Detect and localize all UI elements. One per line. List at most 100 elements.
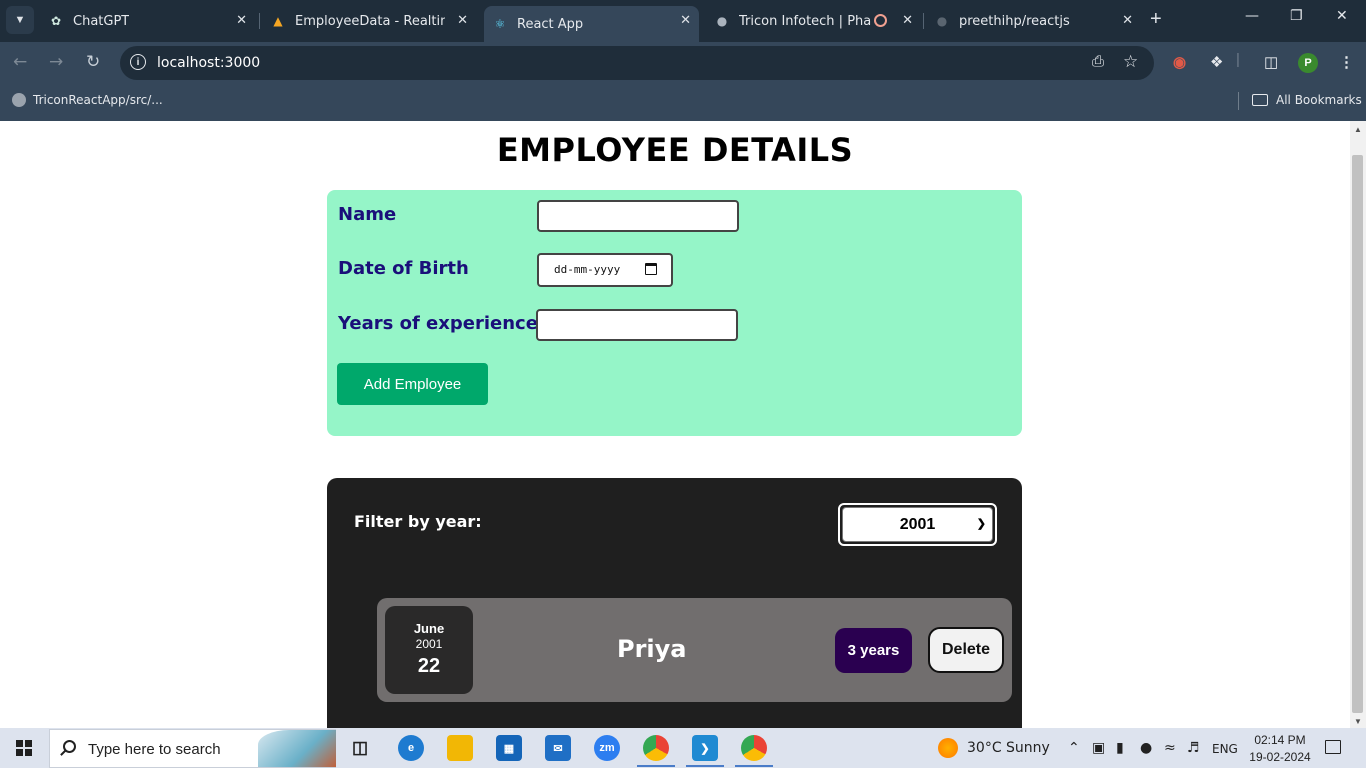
github-icon: ● bbox=[936, 14, 948, 28]
react-icon: ⚛ bbox=[494, 17, 506, 31]
tab-chatgpt[interactable]: ✿ ChatGPT ✕ bbox=[40, 6, 255, 36]
scroll-down-icon[interactable]: ▼ bbox=[1354, 717, 1362, 726]
minimize-icon[interactable]: — bbox=[1245, 8, 1259, 24]
tab-title: preethihp/reactjs bbox=[959, 13, 1070, 29]
bookmark-tricon-react-app[interactable]: TriconReactApp/src/... bbox=[12, 93, 163, 107]
tab-separator bbox=[923, 13, 924, 29]
tab-tricon[interactable]: ● Tricon Infotech | Phase-2 ✕ bbox=[706, 6, 921, 36]
extension-s-icon[interactable]: ◉ bbox=[1173, 53, 1186, 71]
recording-icon bbox=[874, 14, 887, 27]
experience-label: Years of experience bbox=[338, 313, 538, 334]
windows-start-icon[interactable] bbox=[16, 740, 32, 756]
all-bookmarks-button[interactable]: All Bookmarks bbox=[1252, 93, 1362, 107]
year-filter-select[interactable]: 2001 ❯ bbox=[838, 503, 997, 546]
scrollbar-thumb[interactable] bbox=[1352, 155, 1363, 713]
side-panel-icon[interactable]: ◫ bbox=[1264, 53, 1278, 71]
employee-form: Name Date of Birth dd-mm-yyyy Years of e… bbox=[327, 190, 1022, 436]
date-day: 22 bbox=[417, 655, 441, 677]
taskbar-search[interactable]: Type here to search bbox=[49, 729, 336, 768]
tab-github[interactable]: ● preethihp/reactjs ✕ bbox=[926, 6, 1141, 36]
tab-separator bbox=[259, 13, 260, 29]
folder-icon bbox=[1252, 94, 1268, 106]
employee-name: Priya bbox=[617, 635, 687, 663]
close-tab-icon[interactable]: ✕ bbox=[902, 13, 913, 28]
zoom-icon[interactable]: zm bbox=[594, 735, 620, 761]
restore-icon[interactable]: ❐ bbox=[1290, 8, 1303, 24]
camera-icon[interactable]: ▣ bbox=[1092, 740, 1105, 756]
file-explorer-icon[interactable] bbox=[447, 735, 473, 761]
language-indicator[interactable]: ENG bbox=[1212, 742, 1238, 756]
chrome-active-icon[interactable] bbox=[735, 735, 773, 767]
name-label: Name bbox=[338, 204, 397, 225]
search-highlight-image bbox=[258, 730, 336, 767]
github-icon bbox=[12, 93, 26, 107]
install-app-icon[interactable]: ⎙ bbox=[1092, 53, 1104, 70]
microphone-icon[interactable]: ● bbox=[1140, 740, 1152, 756]
clock-date: 19-02-2024 bbox=[1249, 750, 1311, 764]
url-text[interactable]: localhost:3000 bbox=[157, 55, 260, 71]
clock-time: 02:14 PM bbox=[1254, 733, 1306, 747]
tab-employeedata[interactable]: ▲ EmployeeData - Realtime Da ✕ bbox=[262, 6, 476, 36]
edge-icon[interactable]: e bbox=[398, 735, 424, 761]
page-scrollbar[interactable]: ▲ ▼ bbox=[1350, 121, 1366, 728]
dob-input[interactable]: dd-mm-yyyy bbox=[537, 253, 673, 287]
reload-icon[interactable]: ↻ bbox=[86, 52, 100, 72]
wifi-icon[interactable]: ≈ bbox=[1164, 740, 1176, 756]
close-window-icon[interactable]: ✕ bbox=[1336, 8, 1348, 24]
firebase-icon: ▲ bbox=[273, 14, 283, 28]
back-icon[interactable]: ← bbox=[13, 52, 27, 72]
chrome-icon[interactable] bbox=[637, 735, 675, 767]
weather-desc[interactable]: Sunny bbox=[1006, 740, 1050, 756]
chatgpt-icon: ✿ bbox=[50, 14, 62, 28]
forward-icon[interactable]: → bbox=[49, 52, 63, 72]
sunny-weather-icon bbox=[938, 738, 958, 758]
volume-icon[interactable]: ♬ bbox=[1187, 740, 1200, 756]
all-bookmarks-label: All Bookmarks bbox=[1276, 93, 1362, 107]
hidden-icons-chevron-icon[interactable]: ⌃ bbox=[1068, 740, 1080, 756]
mail-icon[interactable]: ✉ bbox=[545, 735, 571, 761]
close-tab-icon[interactable]: ✕ bbox=[236, 13, 247, 28]
address-bar[interactable]: i localhost:3000 ⎙ ☆ bbox=[120, 46, 1154, 80]
tab-title: EmployeeData - Realtime Da bbox=[295, 13, 445, 29]
add-employee-button[interactable]: Add Employee bbox=[337, 363, 488, 405]
tab-title: Tricon Infotech | Phase-2 bbox=[739, 13, 871, 29]
vscode-icon[interactable]: ❯ bbox=[686, 735, 724, 767]
bookmarks-separator bbox=[1238, 92, 1239, 110]
toolbar-separator: | bbox=[1236, 51, 1240, 68]
page-content: EMPLOYEE DETAILS Name Date of Birth dd-m… bbox=[0, 121, 1350, 728]
taskbar-clock[interactable]: 02:14 PM 19-02-2024 bbox=[1247, 732, 1313, 766]
battery-icon[interactable]: ▮ bbox=[1116, 740, 1124, 756]
tab-react-app[interactable]: ⚛ React App ✕ bbox=[484, 6, 699, 42]
notification-icon[interactable] bbox=[1325, 740, 1341, 754]
close-tab-icon[interactable]: ✕ bbox=[1122, 13, 1133, 28]
close-tab-icon[interactable]: ✕ bbox=[457, 13, 468, 28]
bookmark-star-icon[interactable]: ☆ bbox=[1123, 52, 1138, 72]
microsoft-store-icon[interactable]: ▦ bbox=[496, 735, 522, 761]
calendar-icon[interactable] bbox=[645, 263, 657, 275]
tab-title: ChatGPT bbox=[73, 13, 130, 29]
date-month: June bbox=[413, 621, 445, 636]
scroll-up-icon[interactable]: ▲ bbox=[1354, 125, 1362, 134]
delete-button[interactable]: Delete bbox=[928, 627, 1004, 673]
chevron-down-icon: ❯ bbox=[976, 518, 986, 530]
employee-date: June 2001 22 bbox=[385, 606, 473, 694]
name-input[interactable] bbox=[537, 200, 739, 232]
weather-temp[interactable]: 30°C bbox=[967, 740, 1002, 756]
browser-tab-bar: ▼ ✿ ChatGPT ✕ ▲ EmployeeData - Realtime … bbox=[0, 0, 1366, 42]
search-icon bbox=[63, 740, 76, 753]
bookmark-label: TriconReactApp/src/... bbox=[33, 93, 163, 107]
experience-input[interactable] bbox=[536, 309, 738, 341]
task-view-icon[interactable]: ◫ bbox=[347, 735, 373, 761]
tab-search-button[interactable]: ▼ bbox=[6, 6, 34, 34]
extensions-icon[interactable]: ❖ bbox=[1210, 53, 1223, 71]
close-tab-icon[interactable]: ✕ bbox=[680, 13, 691, 28]
tab-title: React App bbox=[517, 16, 584, 32]
employee-card: June 2001 22 Priya 3 years Delete bbox=[377, 598, 1012, 702]
site-info-icon[interactable]: i bbox=[130, 54, 146, 70]
dob-placeholder: dd-mm-yyyy bbox=[554, 263, 621, 276]
new-tab-icon[interactable]: + bbox=[1150, 9, 1162, 29]
more-menu-icon[interactable]: ⋮ bbox=[1339, 53, 1354, 71]
profile-avatar[interactable]: P bbox=[1298, 53, 1318, 73]
selected-year: 2001 bbox=[899, 515, 936, 533]
experience-badge: 3 years bbox=[835, 628, 912, 673]
